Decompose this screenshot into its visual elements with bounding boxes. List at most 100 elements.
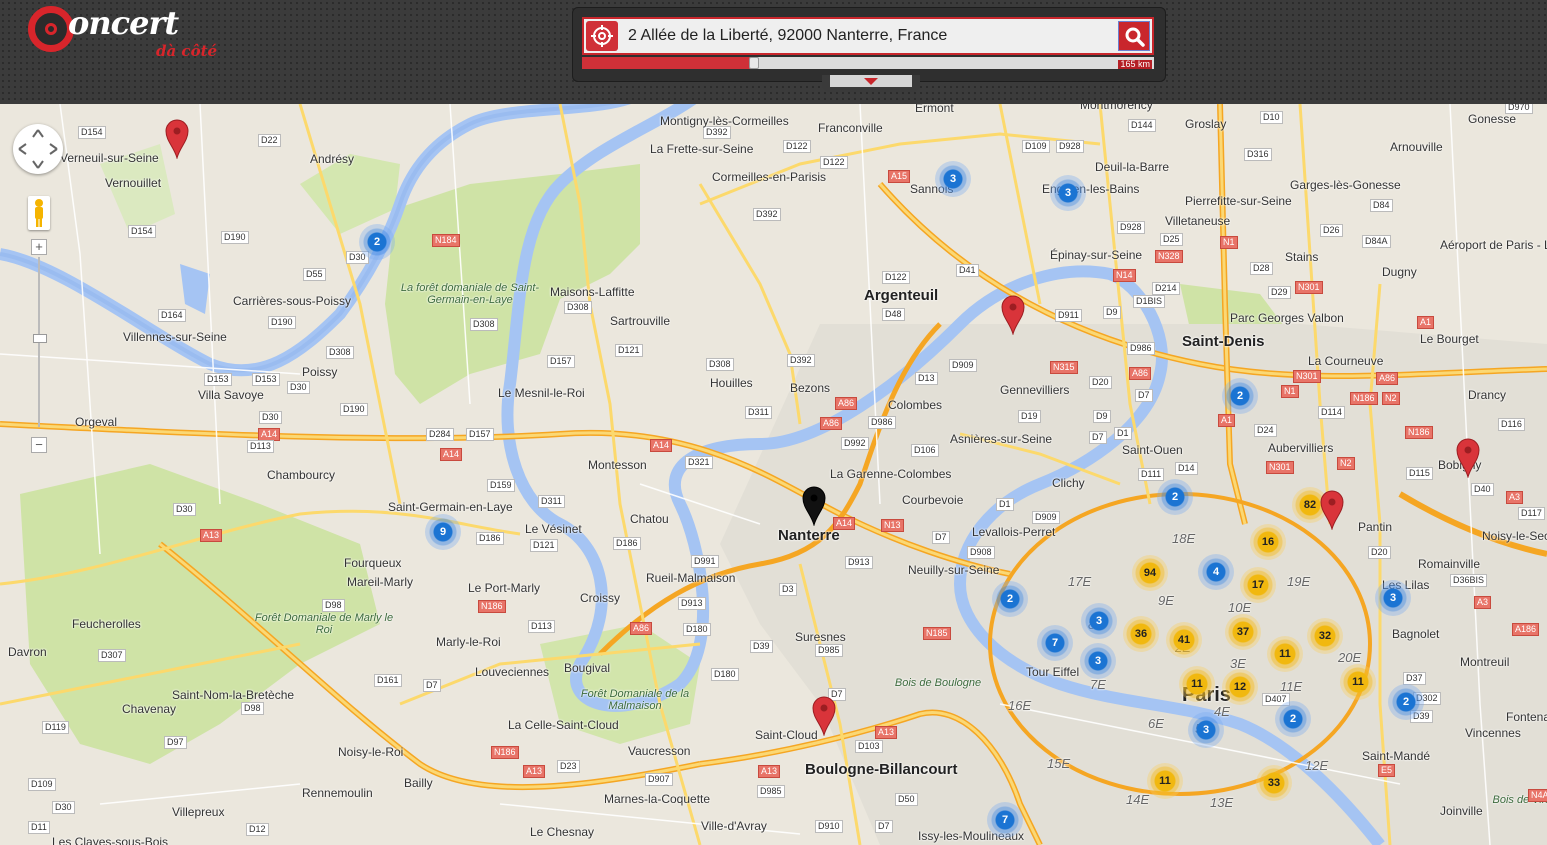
route-shield: A14 — [440, 448, 463, 461]
arrondissement-label: 7E — [1090, 677, 1106, 692]
route-shield: N186 — [478, 600, 506, 613]
marker-cluster[interactable]: 9 — [425, 514, 461, 550]
map-pin-icon — [165, 119, 189, 160]
search-button[interactable] — [1118, 21, 1150, 51]
home-pin[interactable] — [802, 486, 826, 527]
route-shield: D308 — [564, 301, 592, 314]
venue-pin[interactable] — [1320, 490, 1344, 531]
radius-slider-handle[interactable] — [748, 57, 759, 69]
marker-cluster[interactable]: 2 — [1388, 684, 1424, 720]
route-shield: N301 — [1295, 281, 1323, 294]
marker-cluster[interactable]: 7 — [1037, 625, 1073, 661]
place-label: Suresnes — [795, 630, 846, 644]
radius-slider[interactable]: 165 km — [582, 57, 1154, 69]
route-shield: D986 — [868, 416, 896, 429]
route-shield: D307 — [98, 649, 126, 662]
route-shield: N186 — [1405, 426, 1433, 439]
zoom-handle[interactable] — [33, 334, 47, 343]
place-label: Dugny — [1382, 265, 1417, 279]
place-label: La Garenne-Colombes — [830, 467, 952, 481]
crosshair-icon — [591, 25, 613, 47]
place-label: Bailly — [404, 776, 433, 790]
marker-cluster[interactable]: 11 — [1340, 664, 1376, 700]
marker-cluster[interactable]: 2 — [992, 581, 1028, 617]
marker-cluster[interactable]: 11 — [1267, 636, 1303, 672]
marker-cluster[interactable]: 7 — [987, 802, 1023, 838]
route-shield: D122 — [882, 271, 910, 284]
route-shield: D1BIS — [1133, 295, 1166, 308]
route-shield: D144 — [1128, 119, 1156, 132]
place-label: Parc Georges Valbon — [1230, 311, 1344, 325]
marker-cluster[interactable]: 3 — [1188, 712, 1224, 748]
marker-cluster[interactable]: 2 — [1157, 479, 1193, 515]
route-shield: N14 — [1113, 269, 1136, 282]
marker-cluster[interactable]: 4 — [1198, 554, 1234, 590]
marker-cluster[interactable]: 2 — [1222, 378, 1258, 414]
venue-pin[interactable] — [1001, 295, 1025, 336]
address-input[interactable]: 2 Allée de la Liberté, 92000 Nanterre, F… — [628, 27, 947, 45]
route-shield: D1 — [1114, 427, 1132, 440]
route-shield: D7 — [875, 820, 893, 833]
arrondissement-label: 14E — [1126, 792, 1150, 807]
marker-cluster[interactable]: 2 — [1275, 701, 1311, 737]
arrondissement-label: 17E — [1068, 574, 1092, 589]
marker-cluster[interactable]: 94 — [1132, 555, 1168, 591]
map-pin-icon — [1456, 438, 1480, 479]
place-label: Fontenay — [1506, 710, 1547, 724]
route-shield: D10 — [1260, 111, 1283, 124]
marker-cluster[interactable]: 32 — [1307, 618, 1343, 654]
map-canvas[interactable]: La forêt domaniale de Saint-Germain-en-L… — [0, 104, 1547, 845]
marker-cluster[interactable]: 17 — [1240, 567, 1276, 603]
marker-cluster[interactable]: 3 — [1375, 580, 1411, 616]
place-label: Pantin — [1358, 520, 1393, 534]
route-shield: D19 — [1018, 410, 1041, 423]
route-shield: D97 — [164, 736, 187, 749]
zoom-in-button[interactable]: + — [31, 239, 47, 255]
place-label: Croissy — [580, 591, 621, 605]
marker-cluster[interactable]: 16 — [1250, 524, 1286, 560]
marker-cluster[interactable]: 3 — [935, 161, 971, 197]
route-shield: D98 — [241, 702, 264, 715]
marker-cluster[interactable]: 37 — [1225, 614, 1261, 650]
place-label: Aéroport de Paris - Le Bourget — [1440, 238, 1547, 252]
marker-cluster[interactable]: 3 — [1081, 603, 1117, 639]
place-label: Asnières-sur-Seine — [950, 432, 1053, 446]
route-shield: D7 — [932, 531, 950, 544]
place-label: Chavenay — [122, 702, 177, 716]
marker-cluster[interactable]: 11 — [1147, 763, 1183, 799]
zoom-out-button[interactable]: − — [31, 437, 47, 453]
place-label: Verneuil-sur-Seine — [60, 151, 159, 165]
marker-cluster[interactable]: 36 — [1123, 616, 1159, 652]
address-field[interactable]: 2 Allée de la Liberté, 92000 Nanterre, F… — [582, 17, 1154, 55]
marker-cluster[interactable]: 12 — [1222, 669, 1258, 705]
place-label: Épinay-sur-Seine — [1050, 248, 1143, 262]
place-label: Montesson — [588, 458, 647, 472]
marker-cluster[interactable]: 2 — [359, 224, 395, 260]
venue-pin[interactable] — [812, 696, 836, 737]
place-label: Houilles — [710, 376, 753, 390]
geolocate-button[interactable] — [586, 21, 618, 51]
map-pin-icon — [802, 486, 826, 527]
route-shield: D30 — [287, 381, 310, 394]
arrondissement-label: 9E — [1158, 593, 1174, 608]
route-shield: D392 — [787, 354, 815, 367]
route-shield: A1 — [1218, 414, 1236, 427]
route-shield: A13 — [875, 726, 898, 739]
marker-cluster[interactable]: 3 — [1050, 175, 1086, 211]
route-shield: D910 — [815, 820, 843, 833]
panel-toggle[interactable] — [822, 75, 920, 92]
marker-cluster[interactable]: 41 — [1166, 622, 1202, 658]
route-shield: D190 — [268, 316, 296, 329]
marker-cluster[interactable]: 3 — [1080, 643, 1116, 679]
marker-cluster[interactable]: 33 — [1256, 765, 1292, 801]
venue-pin[interactable] — [165, 119, 189, 160]
logo[interactable]: oncert dà côté — [28, 4, 228, 64]
route-shield: D111 — [1138, 468, 1165, 481]
arrondissement-label: 15E — [1047, 756, 1071, 771]
place-label: Le Port-Marly — [468, 581, 541, 595]
pan-control[interactable] — [13, 124, 63, 174]
marker-cluster[interactable]: 11 — [1179, 666, 1215, 702]
venue-pin[interactable] — [1456, 438, 1480, 479]
route-shield: D36BIS — [1450, 574, 1488, 587]
street-view-pegman[interactable] — [28, 196, 50, 230]
